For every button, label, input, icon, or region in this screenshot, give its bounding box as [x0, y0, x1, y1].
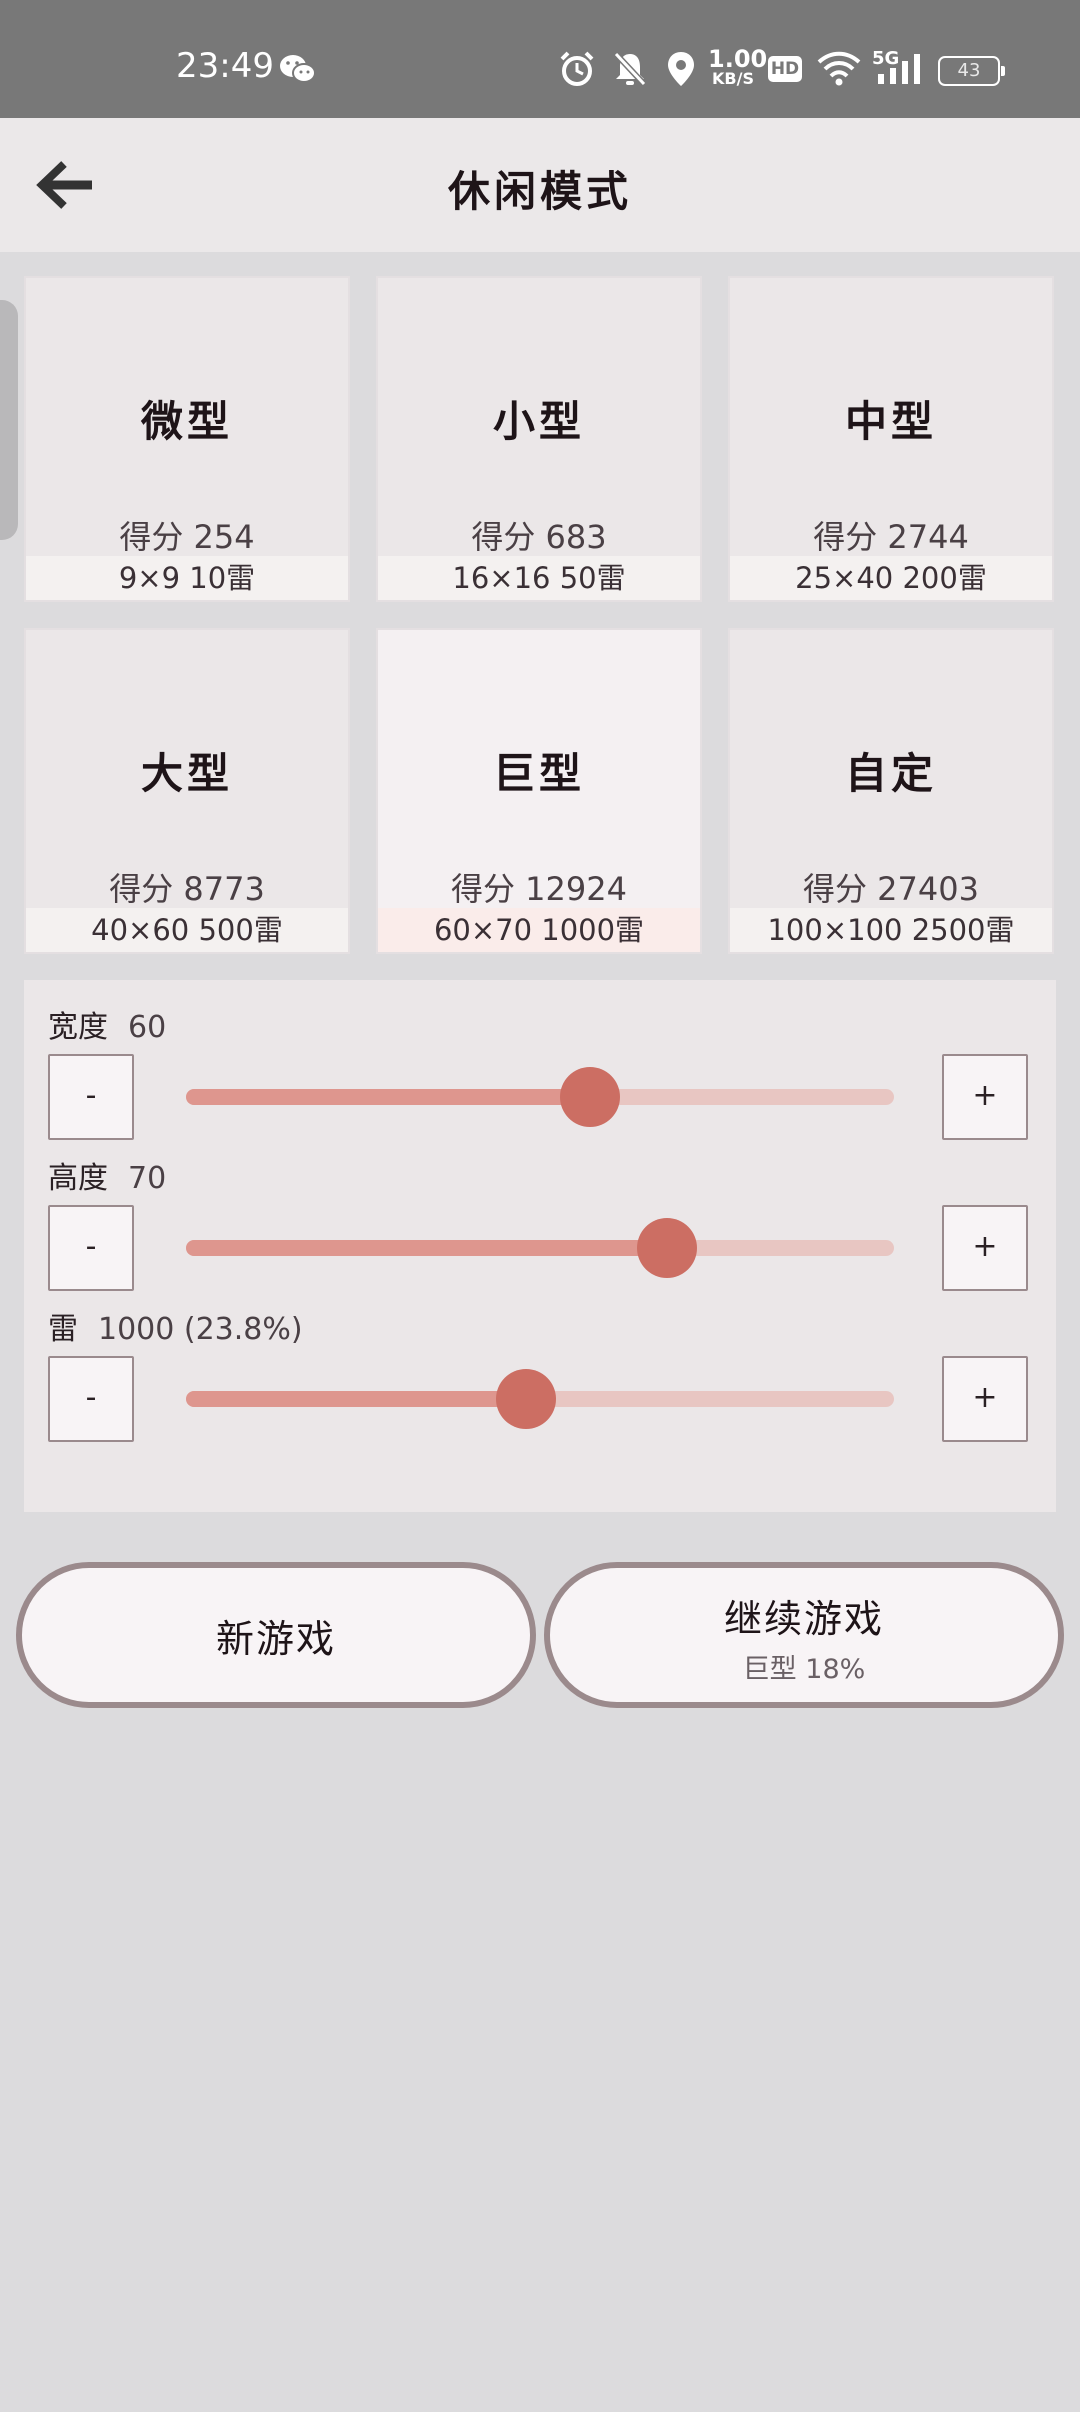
wechat-icon	[280, 55, 316, 83]
mode-card-large[interactable]: 大型 得分 8773 40×60 500雷	[24, 628, 350, 954]
mode-name: 小型	[492, 397, 585, 446]
mode-card-micro[interactable]: 微型 得分 254 9×9 10雷	[24, 276, 350, 602]
new-game-label: 新游戏	[215, 1617, 336, 1661]
width-value: 60	[128, 1010, 167, 1045]
mines-label: 雷 1000 (23.8%)	[48, 1312, 303, 1347]
app-bar: 休闲模式	[0, 118, 1080, 252]
mode-score: 得分 27403	[803, 870, 979, 908]
mode-spec: 16×16 50雷	[378, 556, 700, 600]
mines-plus-button[interactable]: +	[942, 1356, 1028, 1442]
mode-card-huge[interactable]: 巨型 得分 12924 60×70 1000雷	[376, 628, 702, 954]
mode-spec: 40×60 500雷	[26, 908, 348, 952]
height-plus-button[interactable]: +	[942, 1205, 1028, 1291]
mode-spec: 25×40 200雷	[730, 556, 1052, 600]
mines-minus-button[interactable]: -	[48, 1356, 134, 1442]
width-label: 宽度 60	[48, 1010, 167, 1045]
mode-card-custom[interactable]: 自定 得分 27403 100×100 2500雷	[728, 628, 1054, 954]
mode-name: 巨型	[492, 749, 585, 798]
wifi-icon	[817, 51, 861, 86]
width-minus-button[interactable]: -	[48, 1054, 134, 1140]
width-slider[interactable]	[186, 1067, 894, 1127]
height-value: 70	[128, 1161, 167, 1196]
height-slider-fill	[186, 1240, 668, 1256]
status-time: 23:49	[176, 46, 274, 86]
mode-spec: 100×100 2500雷	[730, 908, 1052, 952]
mode-score: 得分 683	[471, 518, 607, 556]
hd-badge: HD	[768, 56, 802, 82]
continue-game-button[interactable]: 继续游戏 巨型 18%	[544, 1562, 1064, 1708]
signal-icon	[878, 54, 920, 84]
mute-bell-icon	[613, 51, 647, 87]
mode-score: 得分 12924	[451, 870, 627, 908]
alarm-icon	[560, 51, 594, 86]
continue-game-progress: 巨型 18%	[742, 1654, 866, 1685]
mines-value: 1000 (23.8%)	[98, 1312, 303, 1347]
mode-card-small[interactable]: 小型 得分 683 16×16 50雷	[376, 276, 702, 602]
mines-slider[interactable]	[186, 1369, 894, 1429]
width-plus-button[interactable]: +	[942, 1054, 1028, 1140]
battery-icon: 43	[938, 56, 1005, 86]
mode-name: 微型	[140, 397, 233, 446]
height-slider-thumb[interactable]	[637, 1218, 698, 1278]
mines-slider-fill	[186, 1391, 526, 1407]
mode-name: 中型	[844, 397, 937, 446]
net-speed: 1.00 KB/S	[708, 45, 768, 88]
mode-score: 得分 8773	[109, 870, 265, 908]
mode-name: 大型	[140, 749, 233, 798]
custom-settings-panel: 宽度 60 - + 高度 70 - + 雷 1000 (23.8%) - +	[24, 980, 1056, 1512]
height-label: 高度 70	[48, 1161, 167, 1196]
side-drawer-handle[interactable]	[0, 300, 18, 540]
height-minus-button[interactable]: -	[48, 1205, 134, 1291]
status-bar: 23:49 1.00 KB/S HD 5G 43	[0, 0, 1080, 118]
mode-spec: 60×70 1000雷	[378, 908, 700, 952]
mode-card-medium[interactable]: 中型 得分 2744 25×40 200雷	[728, 276, 1054, 602]
width-slider-thumb[interactable]	[559, 1067, 620, 1127]
mode-spec: 9×9 10雷	[26, 556, 348, 600]
mode-score: 得分 254	[119, 518, 255, 556]
continue-game-label: 继续游戏	[723, 1597, 884, 1641]
mines-slider-thumb[interactable]	[495, 1369, 556, 1429]
new-game-button[interactable]: 新游戏	[16, 1562, 536, 1708]
page-title: 休闲模式	[447, 167, 632, 216]
height-slider[interactable]	[186, 1218, 894, 1278]
mode-score: 得分 2744	[813, 518, 969, 556]
mode-name: 自定	[844, 749, 937, 798]
width-slider-fill	[186, 1089, 590, 1105]
location-icon	[668, 52, 694, 86]
